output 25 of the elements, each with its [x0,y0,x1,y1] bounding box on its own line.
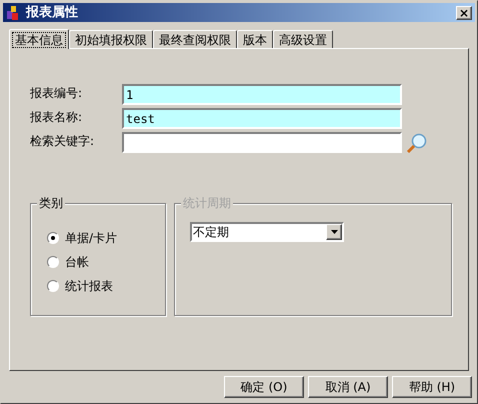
radio-button[interactable] [47,280,59,292]
radio-option[interactable]: 台帐 [47,254,165,270]
radio-option[interactable]: 统计报表 [47,278,165,294]
dialog-button[interactable]: 帮助 (H) [392,376,472,398]
input-field[interactable]: test [122,108,402,129]
search-button[interactable] [404,132,429,153]
close-button[interactable]: × [456,6,472,20]
radio-button[interactable] [47,256,59,268]
field-label: 报表名称: [30,109,84,126]
input-field[interactable] [122,132,402,153]
tab[interactable]: 基本信息 [9,29,69,49]
field-label: 报表编号: [30,85,84,102]
tab[interactable]: 初始填报权限 [69,30,153,48]
group-title: 类别 [37,196,65,210]
tab[interactable]: 高级设置 [273,30,333,48]
window-title: 报表属性 [26,4,79,22]
dialog-button[interactable]: 确定 (O) [224,376,304,398]
field-label: 检索关键字: [30,133,96,150]
input-field[interactable]: 1 [122,84,402,105]
tab[interactable]: 版本 [237,30,273,48]
dialog-button[interactable]: 取消 (A) [308,376,388,398]
search-icon [404,132,428,152]
tab[interactable]: 最终查阅权限 [153,30,237,48]
radio-option[interactable]: 单据/卡片 [47,230,165,246]
radio-button[interactable] [47,232,59,244]
